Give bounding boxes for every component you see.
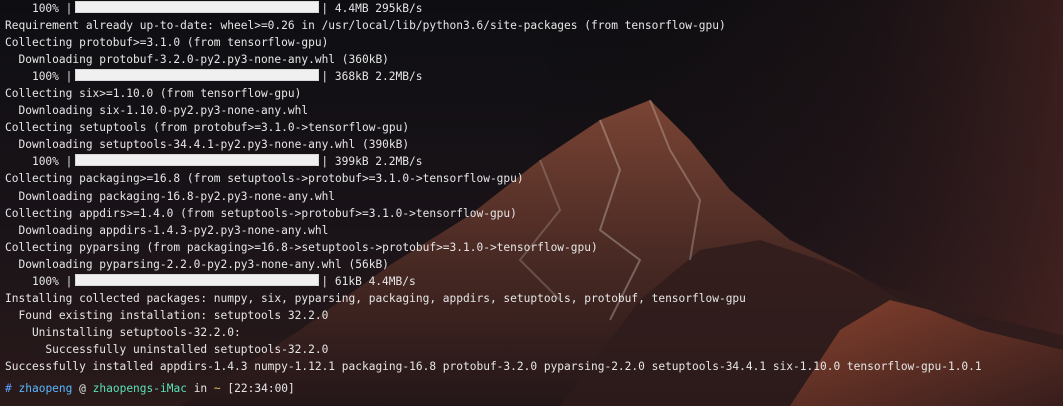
progress-percent: 100% (31, 155, 59, 169)
prompt-user: zhaopeng (18, 382, 73, 396)
output-line: Collecting packaging>=16.8 (from setupto… (5, 172, 524, 186)
output-line: Downloading packaging-16.8-py2.py3-none-… (5, 189, 336, 203)
progress-percent: 100% (31, 70, 59, 84)
output-line: Requirement already up-to-date: wheel>=0… (5, 19, 726, 33)
progress-line: 100% | | 368kB 2.2MB/s (31, 69, 423, 84)
output-line: Installing collected packages: numpy, si… (5, 291, 746, 305)
prompt-in: in (193, 382, 208, 396)
progress-bar (75, 154, 320, 167)
progress-line: 100% | | 61kB 4.4MB/s (31, 273, 416, 288)
output-line: Successfully uninstalled setuptools-32.2… (5, 342, 329, 356)
output-line: Uninstalling setuptools-32.2.0: (5, 325, 241, 339)
output-line: Collecting appdirs>=1.4.0 (from setuptoo… (5, 206, 517, 220)
terminal-output: 100% | | 4.4MB 295kB/s Requirement already… (5, 0, 1063, 397)
progress-percent: 100% (31, 2, 59, 15)
progress-line: 100% | | 4.4MB 295kB/s (31, 1, 423, 15)
progress-line: 100% | | 399kB 2.2MB/s (31, 154, 423, 169)
prompt-hash: # (5, 382, 12, 396)
output-line: Downloading six-1.10.0-py2.py3-none-any.… (5, 104, 309, 118)
progress-bar (75, 273, 320, 286)
progress-info: 61kB 4.4MB/s (334, 274, 416, 288)
shell-prompt[interactable]: # zhaopeng @ zhaopengs-iMac in ~ [22:34:… (5, 380, 1063, 397)
progress-info: 368kB 2.2MB/s (334, 70, 423, 84)
output-line: Collecting six>=1.10.0 (from tensorflow-… (5, 87, 302, 101)
output-line: Collecting protobuf>=3.1.0 (from tensorf… (5, 36, 329, 50)
progress-bar (75, 1, 320, 13)
progress-info: 4.4MB 295kB/s (334, 2, 423, 15)
prompt-time: [22:34:00] (227, 382, 295, 396)
output-line: Found existing installation: setuptools … (5, 308, 329, 322)
terminal-window[interactable]: 100% | | 4.4MB 295kB/s Requirement already… (0, 0, 1063, 406)
prompt-host: zhaopengs-iMac (92, 382, 187, 396)
output-line: Downloading setuptools-34.4.1-py2.py3-no… (5, 138, 410, 152)
output-line: Downloading pyparsing-2.2.0-py2.py3-none… (5, 257, 389, 271)
progress-info: 399kB 2.2MB/s (334, 155, 423, 169)
progress-bar (75, 69, 320, 82)
output-line: Collecting setuptools (from protobuf>=3.… (5, 121, 410, 135)
output-line: Successfully installed appdirs-1.4.3 num… (5, 359, 982, 373)
prompt-at: @ (79, 382, 86, 396)
progress-percent: 100% (31, 274, 59, 288)
output-line: Downloading appdirs-1.4.3-py2.py3-none-a… (5, 223, 329, 237)
output-line: Downloading protobuf-3.2.0-py2.py3-none-… (5, 53, 389, 67)
output-line: Collecting pyparsing (from packaging>=16… (5, 240, 598, 254)
prompt-dir: ~ (213, 382, 221, 396)
